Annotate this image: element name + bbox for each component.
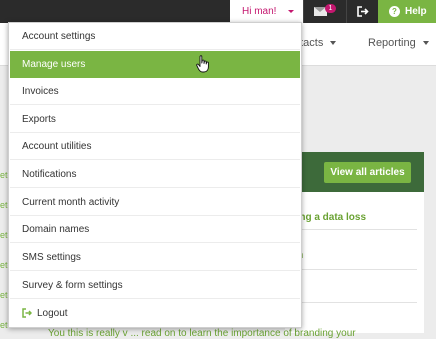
menu-item-logout[interactable]: Logout [10, 300, 300, 327]
user-greeting: Hi man! [242, 6, 277, 17]
question-circle-icon: ? [389, 6, 400, 17]
view-all-articles-button[interactable]: View all articles [324, 162, 411, 183]
menu-item-notifications[interactable]: Notifications [10, 161, 300, 188]
divider [291, 269, 417, 270]
chevron-down-icon [422, 41, 429, 46]
account-dropdown-menu: Account settings Manage users Invoices E… [8, 22, 302, 328]
logout-icon [357, 6, 369, 17]
menu-item-account-settings[interactable]: Account settings [10, 23, 300, 50]
messages-button[interactable]: 1 [303, 0, 346, 23]
menu-item-survey-form-settings[interactable]: Survey & form settings [10, 272, 300, 299]
menu-item-manage-users[interactable]: Manage users [10, 51, 300, 78]
top-bar: Hi man! 1 ? Help [0, 0, 436, 23]
menu-item-account-utilities[interactable]: Account utilities [10, 133, 300, 160]
help-button[interactable]: ? Help [378, 0, 436, 23]
chevron-down-icon [288, 10, 294, 13]
nav-reporting[interactable]: Reporting [368, 37, 429, 49]
article-link[interactable]: cing a data loss [291, 212, 366, 223]
menu-item-sms-settings[interactable]: SMS settings [10, 244, 300, 271]
menu-item-current-month-activity[interactable]: Current month activity [10, 189, 300, 216]
hand-pointer-icon [196, 55, 209, 73]
articles-panel-header: View all articles [285, 152, 424, 192]
divider [291, 302, 417, 303]
nav-reporting-label: Reporting [368, 37, 416, 49]
user-menu-toggle[interactable]: Hi man! [230, 0, 303, 23]
message-count-badge: 1 [325, 4, 336, 13]
articles-panel: View all articles cing a data loss on [285, 152, 424, 333]
divider [291, 229, 417, 230]
article-teaser[interactable]: You this is really v ... read on to lear… [48, 328, 356, 339]
logout-label: Logout [37, 308, 68, 319]
menu-item-invoices[interactable]: Invoices [10, 78, 300, 105]
chevron-down-icon [330, 41, 337, 46]
menu-item-exports[interactable]: Exports [10, 106, 300, 133]
help-label: Help [405, 6, 427, 17]
logout-button[interactable] [346, 0, 378, 23]
menu-item-domain-names[interactable]: Domain names [10, 216, 300, 243]
logout-icon [22, 308, 32, 318]
